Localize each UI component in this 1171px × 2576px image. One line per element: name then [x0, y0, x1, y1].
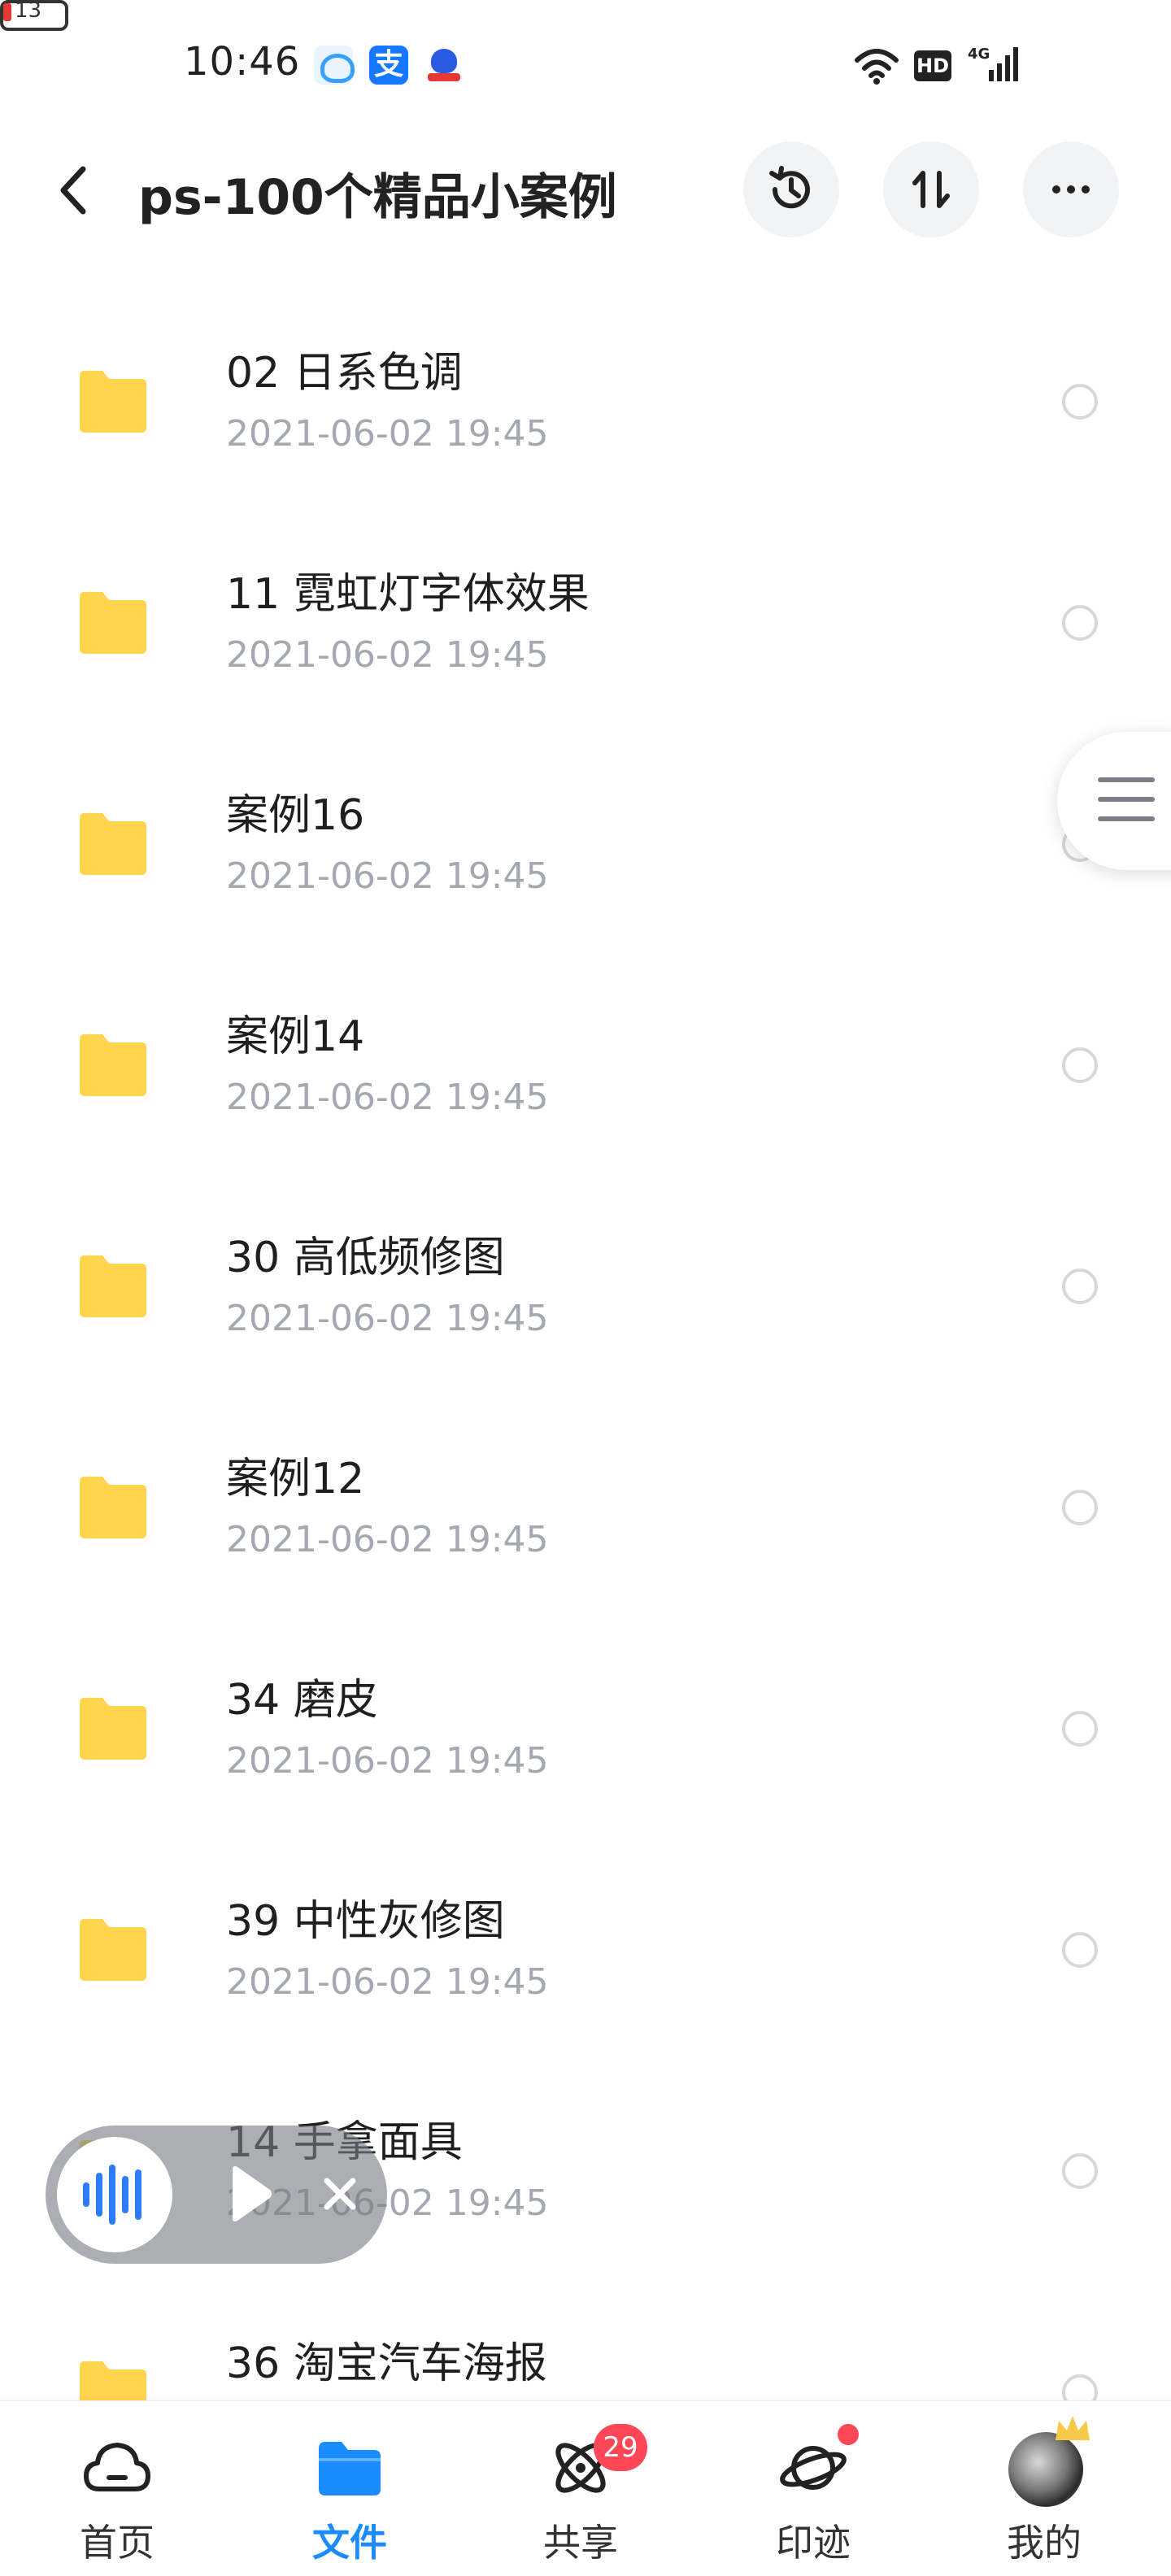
- nav-label: 我的: [1007, 2521, 1082, 2565]
- back-button[interactable]: [50, 161, 102, 220]
- nav-mine[interactable]: 我的: [963, 2401, 1125, 2576]
- folder-icon: [80, 1034, 146, 1096]
- more-icon: [1052, 185, 1090, 194]
- bottom-nav: 首页 文件 29 共享 印迹 我的: [0, 2400, 1171, 2576]
- crown-icon: [1056, 2416, 1090, 2440]
- history-icon: [769, 166, 810, 209]
- file-date: 2021-06-02 19:45: [226, 1298, 549, 1339]
- file-date: 2021-06-02 19:45: [226, 855, 549, 897]
- cloud-home-icon: [84, 2443, 150, 2491]
- select-checkbox[interactable]: [1062, 1932, 1098, 1968]
- baidu-icon: [424, 46, 464, 85]
- file-item[interactable]: 案例12 2021-06-02 19:45: [0, 1397, 1171, 1618]
- select-checkbox[interactable]: [1062, 1711, 1098, 1747]
- select-checkbox[interactable]: [1062, 1268, 1098, 1304]
- play-icon[interactable]: [226, 2165, 275, 2223]
- select-checkbox[interactable]: [1062, 2153, 1098, 2189]
- svg-text:4G: 4G: [968, 46, 990, 63]
- file-item[interactable]: 30 高低频修图 2021-06-02 19:45: [0, 1176, 1171, 1397]
- sort-icon: [912, 171, 950, 208]
- file-item[interactable]: 34 磨皮 2021-06-02 19:45: [0, 1618, 1171, 1839]
- status-time: 10:46: [184, 39, 301, 85]
- file-name: 案例14: [226, 1012, 365, 1061]
- file-name: 11 霓虹灯字体效果: [226, 570, 590, 619]
- file-name: 案例12: [226, 1455, 365, 1503]
- nav-footprint[interactable]: 印迹: [732, 2401, 895, 2576]
- folder-icon: [80, 1255, 146, 1317]
- file-date: 2021-06-02 19:45: [226, 413, 549, 455]
- hd-badge: HD: [914, 50, 951, 81]
- menu-line: [1098, 816, 1155, 821]
- audio-wave-icon[interactable]: [57, 2137, 172, 2252]
- menu-line: [1098, 797, 1155, 802]
- header: ps-100个精品小案例: [0, 130, 1171, 252]
- sort-button[interactable]: [883, 141, 979, 237]
- file-item[interactable]: 39 中性灰修图 2021-06-02 19:45: [0, 1839, 1171, 2060]
- file-item[interactable]: 案例14 2021-06-02 19:45: [0, 955, 1171, 1176]
- page-title: ps-100个精品小案例: [138, 169, 617, 226]
- close-icon[interactable]: [314, 2168, 366, 2220]
- file-date: 2021-06-02 19:45: [226, 1077, 549, 1118]
- select-checkbox[interactable]: [1062, 1047, 1098, 1083]
- cloud-app-icon: [314, 46, 355, 85]
- file-date: 2021-06-02 19:45: [226, 1519, 549, 1560]
- alipay-icon: 支: [369, 46, 408, 85]
- file-item[interactable]: 案例16 2021-06-02 19:45: [0, 733, 1171, 955]
- folder-icon: [80, 1919, 146, 1981]
- battery-fill: [3, 3, 11, 21]
- nav-label: 文件: [312, 2521, 387, 2565]
- cell-signal-icon: 4G: [968, 46, 1018, 81]
- file-name: 02 日系色调: [226, 349, 463, 398]
- planet-icon: [780, 2446, 847, 2490]
- nav-home[interactable]: 首页: [36, 2401, 198, 2576]
- menu-line: [1098, 777, 1155, 782]
- file-name: 30 高低频修图: [226, 1234, 505, 1282]
- file-name: 39 中性灰修图: [226, 1897, 505, 1946]
- nav-label: 印迹: [776, 2521, 851, 2565]
- file-name: 36 淘宝汽车海报: [226, 2339, 547, 2388]
- file-item[interactable]: 02 日系色调 2021-06-02 19:45: [0, 291, 1171, 512]
- nav-label: 共享: [543, 2521, 618, 2565]
- folder-icon: [319, 2442, 381, 2496]
- battery-level: 13: [15, 0, 42, 23]
- wifi-icon: [855, 49, 899, 85]
- file-date: 2021-06-02 19:45: [226, 634, 549, 676]
- file-name: 案例16: [226, 791, 365, 840]
- folder-icon: [80, 592, 146, 654]
- more-button[interactable]: [1023, 141, 1119, 237]
- status-bar: 10:46 支 HD 4G 13: [0, 0, 1171, 130]
- nav-files[interactable]: 文件: [268, 2401, 431, 2576]
- share-badge: 29: [594, 2424, 647, 2471]
- file-item[interactable]: 11 霓虹灯字体效果 2021-06-02 19:45: [0, 512, 1171, 733]
- folder-icon: [80, 1698, 146, 1760]
- folder-icon: [80, 813, 146, 875]
- select-checkbox[interactable]: [1062, 605, 1098, 641]
- folder-icon: [80, 1477, 146, 1538]
- file-name: 34 磨皮: [226, 1676, 378, 1725]
- folder-icon: [80, 371, 146, 433]
- file-date: 2021-06-02 19:45: [226, 1740, 549, 1782]
- audio-player[interactable]: [46, 2126, 387, 2264]
- select-checkbox[interactable]: [1062, 1490, 1098, 1525]
- battery-icon: 13: [0, 0, 68, 31]
- history-button[interactable]: [743, 141, 839, 237]
- select-checkbox[interactable]: [1062, 384, 1098, 420]
- notification-dot: [838, 2424, 859, 2445]
- nav-share[interactable]: 29 共享: [499, 2401, 662, 2576]
- nav-label: 首页: [80, 2521, 155, 2565]
- file-date: 2021-06-02 19:45: [226, 1961, 549, 2003]
